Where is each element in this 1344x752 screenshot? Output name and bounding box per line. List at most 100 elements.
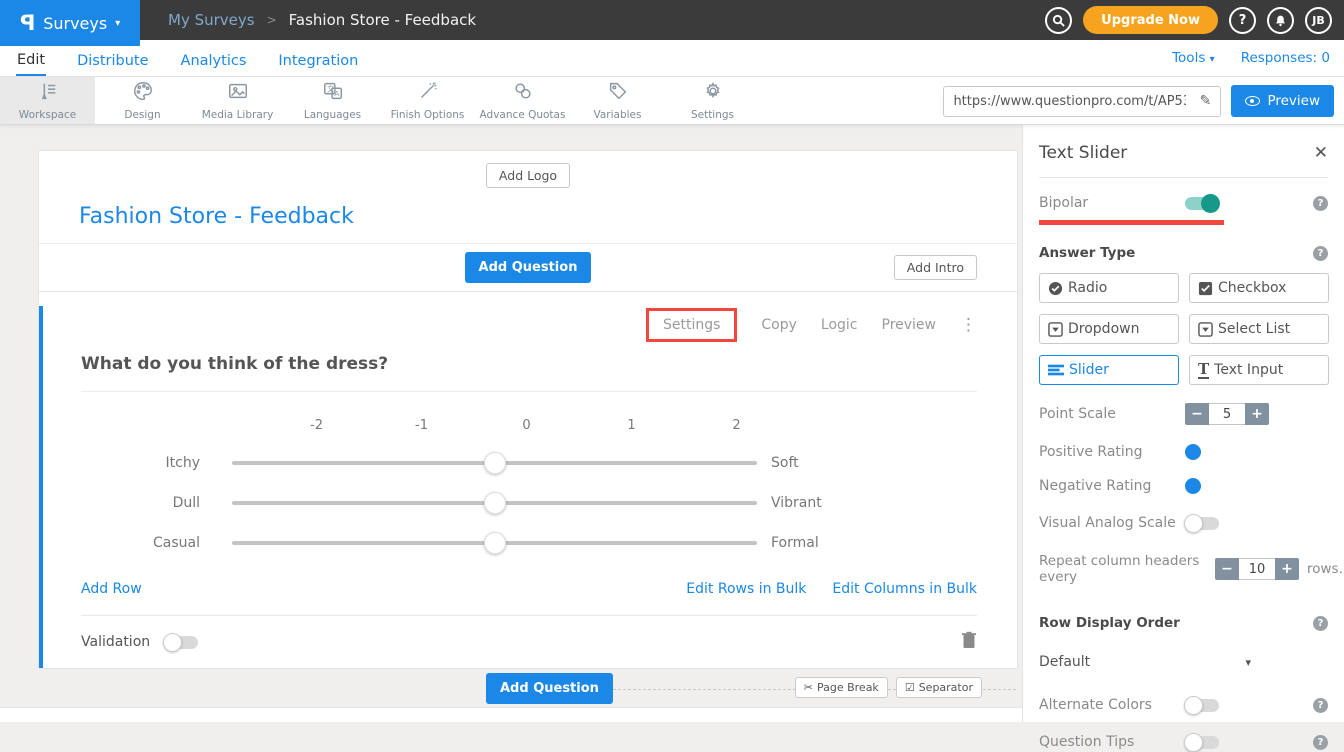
- toolbar-item-finish-options[interactable]: Finish Options: [380, 77, 475, 124]
- tab-distribute[interactable]: Distribute: [76, 47, 149, 75]
- next-section-edge: [0, 707, 1022, 722]
- survey-title[interactable]: Fashion Store - Feedback: [79, 204, 1017, 229]
- edit-url-pencil-icon[interactable]: ✎: [1190, 93, 1220, 109]
- close-icon[interactable]: ✕: [1314, 143, 1328, 163]
- help-icon[interactable]: ?: [1313, 196, 1328, 211]
- question-tips-label: Question Tips: [1039, 734, 1185, 750]
- toolbar-item-media-library[interactable]: Media Library: [190, 77, 285, 124]
- row-display-order-select[interactable]: Default ▾: [1039, 654, 1251, 670]
- separator-button[interactable]: ☑Separator: [896, 677, 982, 698]
- svg-text:A: A: [334, 89, 339, 98]
- add-question-button[interactable]: Add Question: [465, 252, 592, 283]
- help-icon[interactable]: ?: [1313, 246, 1328, 261]
- slider-handle[interactable]: [484, 532, 506, 554]
- toolbar-item-settings[interactable]: Settings: [665, 77, 760, 124]
- toolbar-item-design[interactable]: Design: [95, 77, 190, 124]
- question-text[interactable]: What do you think of the dress?: [81, 354, 977, 392]
- plus-button[interactable]: +: [1245, 403, 1269, 425]
- survey-url-input[interactable]: [944, 94, 1190, 109]
- questionpro-logo-icon: P: [20, 13, 35, 34]
- add-intro-button[interactable]: Add Intro: [894, 255, 977, 280]
- add-logo-button[interactable]: Add Logo: [486, 163, 570, 188]
- alternate-colors-toggle[interactable]: [1185, 699, 1219, 712]
- point-scale-stepper: − 5 +: [1185, 403, 1269, 425]
- alternate-colors-label: Alternate Colors: [1039, 697, 1185, 713]
- tab-analytics[interactable]: Analytics: [180, 47, 248, 75]
- bipolar-label: Bipolar: [1039, 195, 1185, 211]
- edit-columns-bulk-link[interactable]: Edit Columns in Bulk: [832, 581, 977, 597]
- magic-wand-icon: [417, 80, 439, 106]
- minus-button[interactable]: −: [1185, 403, 1209, 425]
- answer-type-slider[interactable]: Slider: [1039, 355, 1179, 385]
- validation-toggle[interactable]: [164, 636, 198, 649]
- question-menu-settings[interactable]: Settings: [646, 308, 737, 342]
- add-row-link[interactable]: Add Row: [81, 581, 142, 597]
- bipolar-toggle[interactable]: [1185, 197, 1219, 210]
- help-icon[interactable]: ?: [1313, 698, 1328, 713]
- tools-dropdown[interactable]: Tools ▾: [1172, 50, 1215, 66]
- help-icon[interactable]: ?: [1313, 616, 1328, 631]
- panel-title: Text Slider: [1039, 143, 1127, 163]
- slider-handle[interactable]: [484, 452, 506, 474]
- preview-button[interactable]: Preview: [1231, 85, 1334, 117]
- point-scale-value[interactable]: 5: [1209, 403, 1245, 425]
- avatar[interactable]: JB: [1305, 7, 1332, 34]
- chevron-down-icon: ▾: [1210, 54, 1215, 65]
- question-menu-logic[interactable]: Logic: [821, 317, 858, 333]
- row-left-label: Dull: [81, 495, 232, 511]
- scale-label: -2: [264, 418, 369, 433]
- row-right-label: Formal: [757, 535, 819, 551]
- divider: [1039, 177, 1328, 178]
- negative-rating-color-swatch[interactable]: [1185, 478, 1201, 494]
- toolbar-item-workspace[interactable]: Workspace: [0, 77, 95, 124]
- positive-rating-color-swatch[interactable]: [1185, 444, 1201, 460]
- notifications-bell-icon[interactable]: [1267, 7, 1294, 34]
- row-left-label: Casual: [81, 535, 232, 551]
- text-input-icon: T: [1198, 362, 1209, 379]
- edit-rows-bulk-link[interactable]: Edit Rows in Bulk: [686, 581, 806, 597]
- breadcrumb: My Surveys > Fashion Store - Feedback: [168, 0, 476, 40]
- answer-type-dropdown[interactable]: Dropdown: [1039, 314, 1179, 344]
- survey-header-section: Add Logo Fashion Store - Feedback: [39, 151, 1017, 244]
- scale-label: 2: [684, 418, 789, 433]
- help-icon[interactable]: ?: [1229, 7, 1256, 34]
- translate-icon: 文A: [322, 80, 344, 106]
- row-right-label: Soft: [757, 455, 799, 471]
- scissors-icon: ✂: [804, 681, 813, 694]
- visual-analog-scale-toggle[interactable]: [1185, 517, 1219, 530]
- toolbar-item-languages[interactable]: 文A Languages: [285, 77, 380, 124]
- answer-type-select-list[interactable]: Select List: [1189, 314, 1329, 344]
- answer-type-checkbox[interactable]: Checkbox: [1189, 273, 1329, 303]
- delete-question-trash-icon[interactable]: [961, 631, 977, 653]
- tab-edit[interactable]: Edit: [16, 46, 46, 76]
- question-block: Settings Copy Logic Preview ⋮ What do yo…: [39, 306, 1017, 668]
- question-menu-copy[interactable]: Copy: [761, 317, 797, 333]
- plus-button[interactable]: +: [1275, 558, 1299, 580]
- checkbox-icon: ☑: [905, 681, 915, 694]
- page-break-button[interactable]: ✂Page Break: [795, 677, 888, 698]
- responses-count[interactable]: Responses: 0: [1241, 50, 1330, 66]
- help-icon[interactable]: ?: [1313, 735, 1328, 750]
- tab-integration[interactable]: Integration: [277, 47, 359, 75]
- answer-type-text-input[interactable]: T Text Input: [1189, 355, 1329, 385]
- image-icon: [227, 80, 249, 106]
- minus-button[interactable]: −: [1215, 558, 1239, 580]
- row-right-label: Vibrant: [757, 495, 822, 511]
- point-scale-label: Point Scale: [1039, 406, 1185, 422]
- question-menu-preview[interactable]: Preview: [882, 317, 937, 333]
- toolbar-item-variables[interactable]: Variables: [570, 77, 665, 124]
- slider-handle[interactable]: [484, 492, 506, 514]
- kebab-menu-icon[interactable]: ⋮: [960, 315, 977, 335]
- answer-type-radio[interactable]: Radio: [1039, 273, 1179, 303]
- checkbox-check-icon: [1198, 281, 1213, 296]
- repeat-headers-value[interactable]: 10: [1239, 558, 1275, 580]
- toolbar-item-advance-quotas[interactable]: Advance Quotas: [475, 77, 570, 124]
- row-display-order-label: Row Display Order: [1039, 615, 1180, 631]
- answer-type-label: Answer Type: [1039, 245, 1135, 261]
- add-question-button-bottom[interactable]: Add Question: [486, 673, 613, 704]
- app-logo[interactable]: P Surveys ▾: [0, 0, 140, 46]
- search-icon[interactable]: [1045, 7, 1072, 34]
- question-tips-toggle[interactable]: [1185, 736, 1219, 749]
- breadcrumb-my-surveys[interactable]: My Surveys: [168, 11, 255, 29]
- upgrade-now-button[interactable]: Upgrade Now: [1083, 6, 1218, 34]
